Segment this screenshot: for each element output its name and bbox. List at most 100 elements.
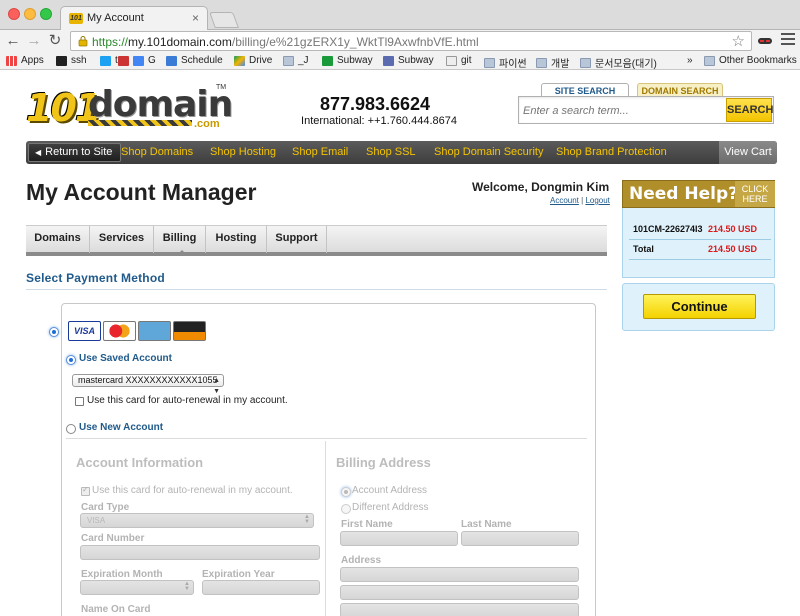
view-cart-button[interactable]: View Cart — [719, 141, 777, 164]
mastercard-logo-icon — [103, 321, 136, 341]
bookmark-t[interactable]: t — [100, 55, 118, 66]
discover-novus-logo-icon — [173, 321, 206, 341]
new-card-autorenew-label: Use this card for auto-renewal in my acc… — [92, 485, 293, 496]
account-link[interactable]: Account — [550, 196, 579, 205]
total-divider — [629, 259, 771, 260]
accepted-cards: VISA — [68, 321, 206, 341]
subway-n-icon — [322, 55, 333, 66]
back-arrow-icon[interactable]: ← — [4, 32, 22, 50]
use-saved-account-radio[interactable] — [66, 355, 76, 365]
address-line-2-field[interactable] — [340, 585, 579, 600]
order-amount: 214.50 USD — [708, 224, 758, 234]
site-search-box: SEARCH — [518, 96, 774, 124]
folder-icon — [580, 57, 591, 68]
bookmark-git[interactable]: git — [446, 55, 472, 66]
saved-card-select[interactable]: mastercard XXXXXXXXXXXX1055 ▲ ▼ — [72, 374, 224, 395]
window-zoom-button[interactable] — [40, 8, 52, 20]
search-button[interactable]: SEARCH — [726, 98, 773, 122]
bookmark-folder-docs[interactable]: 문서모음(대기) — [580, 55, 657, 70]
new-card-autorenew-checkbox[interactable] — [81, 485, 90, 496]
last-name-field[interactable] — [461, 531, 579, 546]
tab-billing[interactable]: Billing — [154, 226, 206, 253]
page-icon — [446, 55, 457, 66]
continue-button[interactable]: Continue — [643, 294, 756, 319]
nav-shop-domain-security[interactable]: Shop Domain Security — [434, 146, 543, 158]
bookmark-apps[interactable]: Apps — [6, 55, 44, 66]
first-name-field[interactable] — [340, 531, 458, 546]
bookmark-subway-1[interactable]: Subway — [322, 55, 373, 66]
new-tab-button[interactable] — [209, 12, 239, 28]
expiration-year-label: Expiration Year — [202, 569, 275, 580]
card-type-label: Card Type — [81, 502, 130, 513]
calendar-icon — [166, 55, 177, 66]
tab-support[interactable]: Support — [267, 226, 327, 253]
forward-arrow-icon[interactable]: → — [25, 32, 43, 50]
card-type-select[interactable]: VISA ▲ ▼ — [80, 513, 314, 528]
reload-icon[interactable]: ↻ — [46, 32, 64, 50]
welcome-message: Welcome, Dongmin Kim — [472, 180, 610, 194]
different-address-radio[interactable] — [341, 504, 351, 514]
account-tabs: Domains Services Billing Hosting Support — [26, 225, 607, 256]
payment-method-card-radio[interactable] — [49, 327, 59, 337]
first-name-label: First Name — [341, 519, 393, 530]
extension-mask-icon[interactable] — [757, 33, 773, 49]
account-address-radio[interactable] — [341, 487, 351, 497]
nav-shop-hosting[interactable]: Shop Hosting — [210, 146, 276, 158]
panel-divider — [66, 438, 587, 439]
support-phone: 877.983.6624 — [319, 94, 431, 114]
bookmark-other[interactable]: Other Bookmarks — [704, 55, 797, 66]
autorenew-label: Use this card for auto-renewal in my acc… — [87, 395, 288, 406]
logout-link[interactable]: Logout — [585, 196, 609, 205]
bookmarks-bar: Apps ssh t M G Schedule Drive _J Subway … — [0, 52, 800, 70]
click-here-button[interactable]: CLICK HERE — [735, 181, 775, 207]
bookmark-ssh[interactable]: ssh — [56, 55, 87, 66]
logo-com-text: .com — [194, 118, 220, 130]
name-on-card-label: Name On Card — [81, 604, 151, 615]
order-summary: 101CM-226274I3 214.50 USD Total 214.50 U… — [622, 208, 775, 278]
nav-shop-email[interactable]: Shop Email — [292, 146, 348, 158]
use-new-account-label: Use New Account — [79, 422, 164, 433]
bookmark-folder-python[interactable]: 파이썬 — [484, 55, 527, 70]
window-close-button[interactable] — [8, 8, 20, 20]
card-number-field[interactable] — [80, 545, 320, 560]
bookmark-subway-2[interactable]: Subway — [383, 55, 434, 66]
folder-icon — [536, 57, 547, 68]
bookmark-folder-dev[interactable]: 개발 — [536, 55, 569, 70]
address-label: Address — [341, 555, 382, 566]
tab-close-icon[interactable]: × — [192, 11, 199, 25]
use-new-account-radio[interactable] — [66, 424, 76, 434]
tab-services[interactable]: Services — [90, 226, 154, 253]
expiration-year-select[interactable] — [202, 580, 320, 595]
google-icon — [133, 55, 144, 66]
browser-tab-active[interactable]: 101 My Account × — [60, 6, 208, 31]
tab-hosting[interactable]: Hosting — [206, 226, 267, 253]
search-input[interactable] — [523, 102, 723, 119]
drive-icon — [234, 55, 245, 66]
section-divider — [26, 289, 607, 290]
bookmarks-overflow-button[interactable]: » — [687, 55, 693, 66]
page-title: My Account Manager — [26, 179, 257, 205]
lock-icon — [78, 36, 88, 47]
chevron-left-icon: ◀ — [35, 148, 42, 157]
bookmark-g[interactable]: G — [133, 55, 156, 66]
nav-shop-domains[interactable]: Shop Domains — [121, 146, 193, 158]
nav-shop-ssl[interactable]: Shop SSL — [366, 146, 416, 158]
select-arrows-icon: ▲ ▼ — [184, 581, 190, 592]
window-minimize-button[interactable] — [24, 8, 36, 20]
address-line-1-field[interactable] — [340, 567, 579, 582]
bookmark-folder-j[interactable]: _J — [283, 55, 309, 66]
bookmark-star-icon[interactable]: ☆ — [732, 32, 745, 50]
address-line-3-field[interactable] — [340, 603, 579, 616]
browser-menu-icon[interactable] — [781, 33, 795, 47]
tab-domains[interactable]: Domains — [26, 226, 90, 253]
bookmark-schedule[interactable]: Schedule — [166, 55, 223, 66]
site-logo[interactable]: 101 domain .com TM — [26, 84, 233, 130]
autorenew-checkbox[interactable] — [75, 397, 84, 406]
nav-shop-brand-protection[interactable]: Shop Brand Protection — [556, 146, 667, 158]
need-help-banner[interactable]: Need Help? CLICK HERE — [622, 180, 775, 208]
account-information-heading: Account Information — [76, 455, 204, 470]
address-bar[interactable]: https://my.101domain.com/billing/e%21gzE… — [70, 31, 752, 51]
expiration-month-select[interactable]: ▲ ▼ — [80, 580, 194, 595]
return-to-site-button[interactable]: ◀ Return to Site — [28, 143, 122, 162]
bookmark-drive[interactable]: Drive — [234, 55, 272, 66]
